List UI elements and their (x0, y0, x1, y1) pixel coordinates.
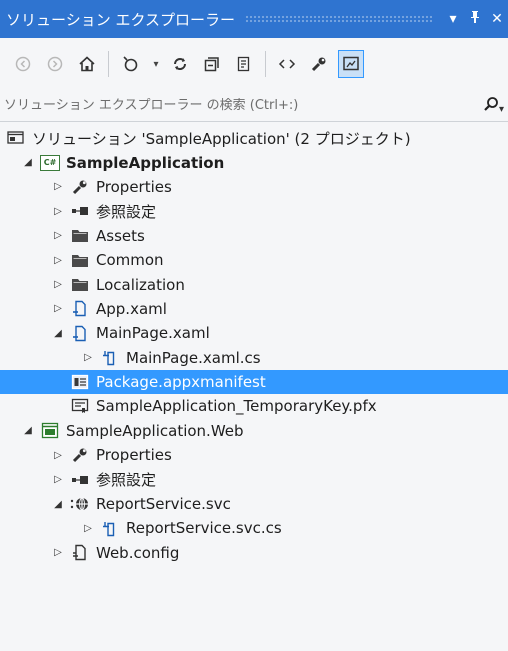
window-title: ソリューション エクスプローラー (6, 10, 236, 29)
folder-icon (70, 227, 90, 245)
pin-icon[interactable] (464, 10, 486, 28)
collapsed-arrow-icon[interactable]: ▷ (52, 303, 64, 314)
tree-item-references[interactable]: ▷ 参照設定 (0, 199, 508, 223)
expanded-arrow-icon[interactable]: ◢ (52, 499, 64, 510)
toolbar: ▾ (0, 38, 508, 90)
collapsed-arrow-icon[interactable]: ▷ (52, 450, 64, 461)
title-grip[interactable] (245, 15, 432, 23)
tree-item-web-config[interactable]: ▷ Web.config (0, 541, 508, 565)
tree-item-common[interactable]: ▷ Common (0, 248, 508, 272)
tree-item-label: ソリューション 'SampleApplication' (2 プロジェクト) (32, 129, 411, 148)
tree-item-mainpage-xaml[interactable]: ◢ MainPage.xaml (0, 321, 508, 345)
tree-item-solution[interactable]: ソリューション 'SampleApplication' (2 プロジェクト) (0, 126, 508, 150)
references-icon (70, 202, 90, 220)
tree-item-label: App.xaml (96, 299, 167, 318)
show-all-files-icon[interactable] (231, 50, 257, 78)
pending-changes-icon[interactable] (117, 50, 143, 78)
expanded-arrow-icon[interactable]: ◢ (22, 425, 34, 436)
tree-item-label: SampleApplication_TemporaryKey.pfx (96, 397, 377, 416)
tree-item-label: 参照設定 (96, 202, 157, 221)
folder-icon (70, 276, 90, 294)
tree-item-label: MainPage.xaml.cs (126, 348, 261, 367)
tree-item-web-references[interactable]: ▷ 参照設定 (0, 467, 508, 491)
tree-item-label: ReportService.svc.cs (126, 519, 282, 538)
expanded-arrow-icon[interactable]: ◢ (22, 157, 34, 168)
tree-item-project-web[interactable]: ◢ SampleApplication.Web (0, 419, 508, 443)
references-icon (70, 471, 90, 489)
collapsed-arrow-icon[interactable]: ▷ (52, 474, 64, 485)
service-icon (70, 495, 90, 513)
tree-item-temporary-key[interactable]: SampleApplication_TemporaryKey.pfx (0, 394, 508, 418)
collapsed-arrow-icon[interactable]: ▷ (82, 523, 94, 534)
view-code-icon[interactable] (274, 50, 300, 78)
web-project-icon (40, 422, 60, 440)
tree-item-project-sampleapplication[interactable]: ◢ C# SampleApplication (0, 150, 508, 174)
collapsed-arrow-icon[interactable]: ▷ (52, 279, 64, 290)
tree-item-reportservice-svc-cs[interactable]: ▷ ReportService.svc.cs (0, 516, 508, 540)
collapsed-arrow-icon[interactable]: ▷ (52, 255, 64, 266)
tree-item-label: Properties (96, 177, 172, 196)
tree-item-label: Package.appxmanifest (96, 373, 266, 392)
tree-item-reportservice-svc[interactable]: ◢ ReportService.svc (0, 492, 508, 516)
wrench-icon (70, 178, 90, 196)
tree-item-label: Web.config (96, 543, 180, 562)
tree-item-label: SampleApplication.Web (66, 421, 244, 440)
search-bar: ▾ (0, 90, 508, 122)
xaml-file-icon (70, 324, 90, 342)
tree-item-label: ReportService.svc (96, 495, 231, 514)
solution-icon (6, 129, 26, 147)
refresh-icon[interactable] (167, 50, 193, 78)
collapse-all-icon[interactable] (199, 50, 225, 78)
tree-item-package-appxmanifest[interactable]: Package.appxmanifest (0, 369, 508, 395)
toolbar-separator (108, 51, 109, 77)
search-icon[interactable]: ▾ (476, 96, 504, 116)
close-icon[interactable]: ✕ (486, 11, 508, 27)
cs-file-icon (100, 519, 120, 537)
toolbar-separator (265, 51, 266, 77)
manifest-icon (70, 373, 90, 391)
tree-item-label: Properties (96, 446, 172, 465)
properties-icon[interactable] (306, 50, 332, 78)
back-icon[interactable] (10, 50, 36, 78)
certificate-icon (70, 397, 90, 415)
folder-icon (70, 251, 90, 269)
home-icon[interactable] (74, 50, 100, 78)
chevron-down-icon[interactable]: ▾ (149, 50, 163, 78)
tree-item-mainpage-xaml-cs[interactable]: ▷ MainPage.xaml.cs (0, 346, 508, 370)
tree-item-assets[interactable]: ▷ Assets (0, 224, 508, 248)
tree-item-label: Common (96, 251, 164, 270)
collapsed-arrow-icon[interactable]: ▷ (82, 352, 94, 363)
tree-item-properties[interactable]: ▷ Properties (0, 175, 508, 199)
wrench-icon (70, 446, 90, 464)
config-file-icon (70, 544, 90, 562)
preview-icon[interactable] (338, 50, 364, 78)
tree-item-label: MainPage.xaml (96, 324, 210, 343)
solution-tree: ソリューション 'SampleApplication' (2 プロジェクト) ◢… (0, 126, 508, 565)
tree-item-localization[interactable]: ▷ Localization (0, 272, 508, 296)
tree-item-label: SampleApplication (66, 153, 225, 172)
search-input[interactable] (4, 98, 476, 113)
collapsed-arrow-icon[interactable]: ▷ (52, 547, 64, 558)
tree-item-web-properties[interactable]: ▷ Properties (0, 443, 508, 467)
tree-item-label: Localization (96, 275, 185, 294)
tree-item-label: 参照設定 (96, 471, 157, 490)
forward-icon[interactable] (42, 50, 68, 78)
title-bar: ソリューション エクスプローラー ▾ ✕ (0, 0, 508, 38)
csharp-project-icon: C# (40, 154, 60, 171)
expanded-arrow-icon[interactable]: ◢ (52, 328, 64, 339)
tree-item-app-xaml[interactable]: ▷ App.xaml (0, 297, 508, 321)
collapsed-arrow-icon[interactable]: ▷ (52, 181, 64, 192)
tree-item-label: Assets (96, 226, 145, 245)
dropdown-arrow-icon[interactable]: ▾ (442, 11, 464, 27)
xaml-file-icon (70, 300, 90, 318)
collapsed-arrow-icon[interactable]: ▷ (52, 206, 64, 217)
collapsed-arrow-icon[interactable]: ▷ (52, 230, 64, 241)
cs-file-icon (100, 349, 120, 367)
